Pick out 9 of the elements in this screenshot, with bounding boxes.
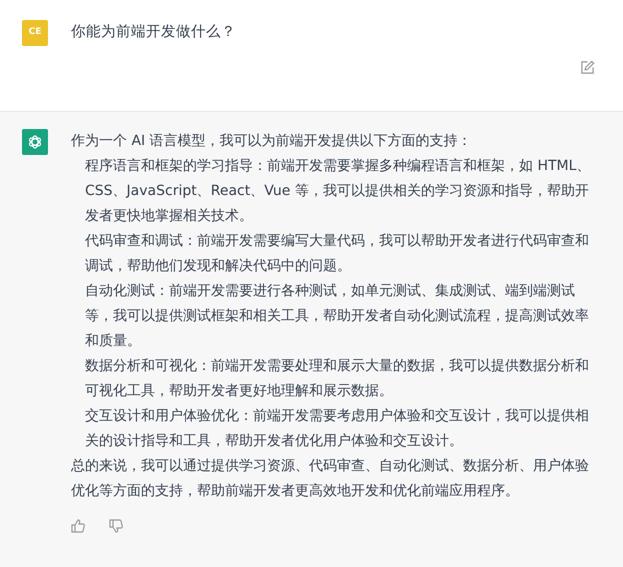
answer-list-item: 交互设计和用户体验优化：前端开发需要考虑用户体验和交互设计，我可以提供相关的设计指导和工具，帮助开发者优化用户体验和交互设计。 bbox=[84, 407, 590, 451]
question-text: 你能为前端开发做什么？ bbox=[71, 23, 236, 42]
answer-intro: 作为一个 AI 语言模型，我可以为前端开发提供以下方面的支持： bbox=[71, 132, 473, 151]
answer-list-item: 自动化测试：前端开发需要进行各种测试，如单元测试、集成测试、端到端测试等，我可以提供测试框架和相关工具，帮助开发者自动化测试流程，提高测试效率和质量。 bbox=[84, 282, 590, 351]
answer-list-item: 数据分析和可视化：前端开发需要处理和展示大量的数据，我可以提供数据分析和可视化工具，帮助开发者更好地理解和展示数据。 bbox=[84, 357, 590, 401]
answer-summary: 总的来说，我可以通过提供学习资源、代码审查、自动化测试、数据分析、用户体验优化等方面的支持，帮助前端开发者更高效地开发和优化前端应用程序。 bbox=[71, 457, 590, 501]
answer-list-item: 程序语言和框架的学习指导：前端开发需要掌握多种编程语言和框架，如 HTML、CSS、JavaScript、React、Vue 等，我可以提供相关的学习资源和指导，帮助开发者更快地掌握相关技术。 bbox=[84, 157, 592, 226]
answer-list-item: 代码审查和调试：前端开发需要编写大量代码，我可以帮助开发者进行代码审查和调试，帮助他们发现和解决代码中的问题。 bbox=[84, 232, 590, 276]
avatar-initials: CE bbox=[28, 26, 42, 40]
